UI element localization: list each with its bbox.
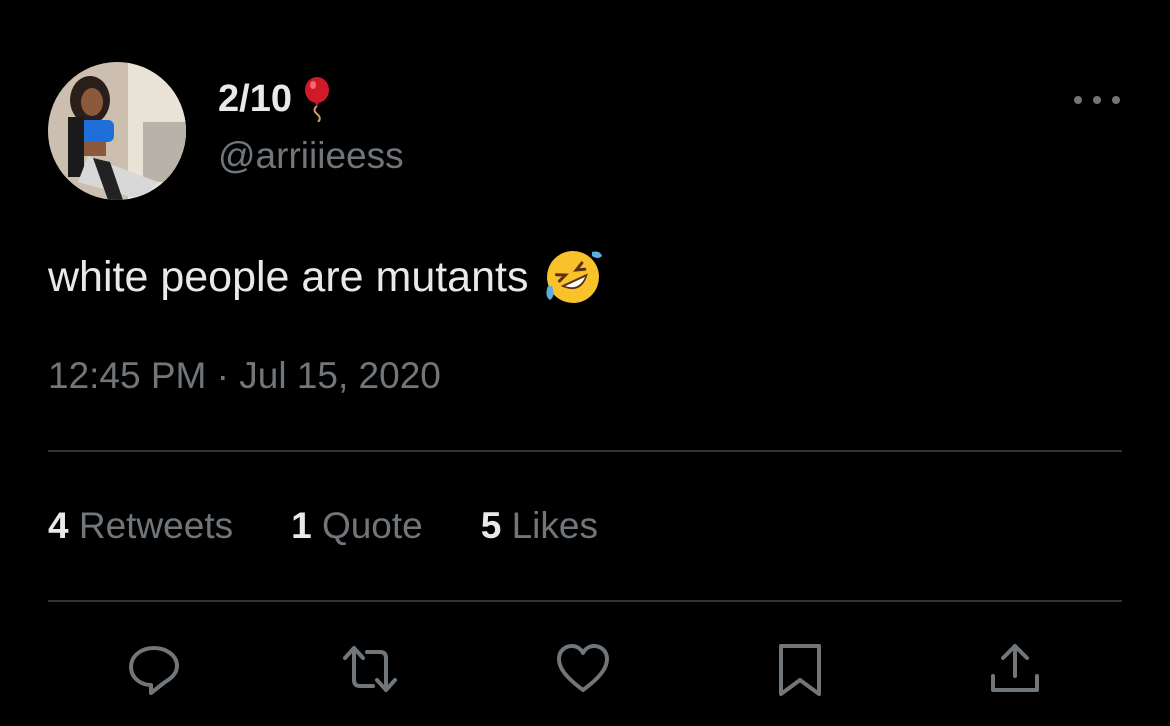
stats-row: 4 Retweets 1 Quote 5 Likes — [48, 502, 656, 550]
stat-quotes-label: Quote — [321, 505, 423, 546]
reply-icon[interactable] — [125, 640, 183, 698]
share-icon[interactable] — [986, 640, 1044, 698]
tweet-text-content: white people are mutants — [48, 253, 529, 301]
dot — [1112, 96, 1120, 104]
retweet-icon[interactable] — [341, 640, 399, 698]
more-options-icon[interactable] — [1074, 88, 1120, 112]
dot — [1074, 96, 1082, 104]
stat-retweets-label: Retweets — [78, 505, 234, 546]
stat-quotes-count: 1 — [291, 505, 312, 546]
avatar[interactable] — [48, 62, 186, 200]
stat-retweets-count: 4 — [48, 505, 69, 546]
balloon-icon — [302, 76, 332, 123]
stat-likes[interactable]: 5 Likes — [481, 502, 598, 550]
dot — [1093, 96, 1101, 104]
stat-likes-label: Likes — [511, 505, 598, 546]
bookmark-icon[interactable] — [771, 640, 829, 698]
timestamp[interactable]: 12:45 PM · Jul 15, 2020 — [48, 352, 441, 400]
display-name[interactable]: 2/10 — [218, 76, 332, 123]
avatar-image — [48, 62, 186, 200]
stat-quotes[interactable]: 1 Quote — [291, 502, 423, 550]
stat-retweets[interactable]: 4 Retweets — [48, 502, 233, 550]
like-icon[interactable] — [554, 640, 612, 698]
display-name-text: 2/10 — [218, 78, 292, 120]
rolling-laughing-emoji-icon — [542, 246, 604, 308]
stat-likes-count: 5 — [480, 505, 502, 546]
divider — [48, 450, 1122, 452]
divider — [48, 600, 1122, 602]
tweet-text: white people are mutants — [48, 246, 604, 308]
handle[interactable]: @arriiieess — [218, 134, 404, 178]
